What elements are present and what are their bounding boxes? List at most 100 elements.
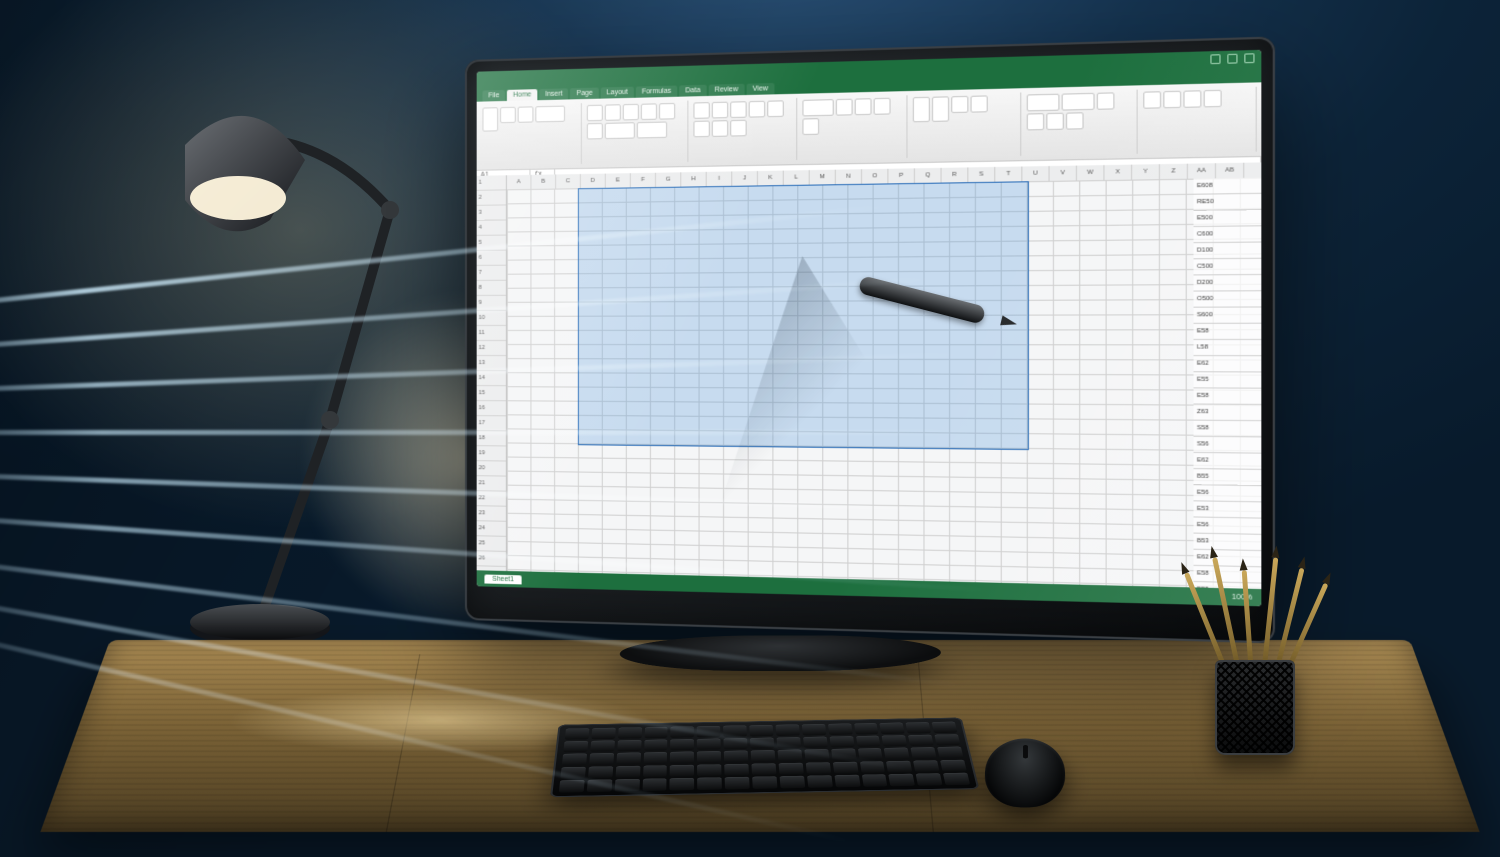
data-cell[interactable]: E608 xyxy=(1194,178,1262,195)
column-header[interactable]: T xyxy=(995,167,1022,182)
keyboard-key xyxy=(854,723,879,734)
data-column: E608RE50E500C600D100C500D200O500S600E58L… xyxy=(1194,178,1262,589)
grid-area[interactable]: ABCDEFGHIJKLMNOPQRSTUVWXYZAAAB E608RE50E… xyxy=(507,162,1261,589)
keyboard-key xyxy=(752,776,777,788)
row-header[interactable]: 4 xyxy=(477,220,506,235)
tab-insert[interactable]: Insert xyxy=(539,88,568,100)
column-header[interactable]: W xyxy=(1077,165,1105,180)
tab-page[interactable]: Page xyxy=(570,88,598,100)
data-cell[interactable]: E62 xyxy=(1194,550,1262,568)
row-header[interactable]: 11 xyxy=(477,326,506,341)
data-cell[interactable]: E500 xyxy=(1194,210,1262,227)
data-cell[interactable]: RE50 xyxy=(1194,194,1262,211)
column-header[interactable]: K xyxy=(758,171,784,186)
column-header[interactable]: I xyxy=(707,171,733,186)
row-header[interactable]: 1 xyxy=(477,175,506,191)
row-header[interactable]: 22 xyxy=(477,491,506,507)
row-header[interactable]: 3 xyxy=(477,205,506,220)
column-header[interactable]: M xyxy=(810,170,836,185)
column-header[interactable]: O xyxy=(862,169,888,184)
column-header[interactable]: F xyxy=(631,173,656,188)
sheet-tab[interactable]: Sheet1 xyxy=(484,574,521,584)
data-cell[interactable]: E55 xyxy=(1194,372,1262,388)
column-header[interactable]: C xyxy=(556,174,581,189)
column-header[interactable]: N xyxy=(836,169,862,184)
data-cell[interactable]: C600 xyxy=(1194,226,1262,243)
column-header[interactable]: AA xyxy=(1188,163,1216,179)
column-header[interactable]: R xyxy=(942,167,969,182)
data-cell[interactable]: B53 xyxy=(1194,534,1262,552)
window-minimize-icon[interactable] xyxy=(1210,54,1220,64)
row-header[interactable]: 20 xyxy=(477,461,506,476)
row-header[interactable]: 10 xyxy=(477,311,506,326)
column-header[interactable]: G xyxy=(656,172,681,187)
data-cell[interactable]: E58 xyxy=(1194,388,1262,405)
row-header[interactable]: 2 xyxy=(477,190,506,205)
data-cell[interactable]: E56 xyxy=(1194,485,1262,502)
data-cell[interactable]: D200 xyxy=(1194,275,1262,292)
data-cell[interactable]: E62 xyxy=(1194,356,1262,372)
column-header[interactable]: S xyxy=(968,167,995,182)
data-cell[interactable]: B55 xyxy=(1194,469,1262,486)
keyboard-key xyxy=(906,722,931,733)
row-header[interactable]: 8 xyxy=(477,281,506,296)
row-header[interactable]: 23 xyxy=(477,506,506,522)
column-header[interactable]: B xyxy=(531,174,556,189)
row-header[interactable]: 24 xyxy=(477,521,506,537)
keyboard-key xyxy=(803,736,828,748)
column-header[interactable]: X xyxy=(1104,165,1132,180)
data-cell[interactable]: E62 xyxy=(1194,453,1262,470)
column-header[interactable]: J xyxy=(732,171,758,186)
tab-formulas[interactable]: Formulas xyxy=(636,86,678,98)
row-header[interactable]: 5 xyxy=(477,236,506,251)
data-cell[interactable]: L58 xyxy=(1194,340,1262,356)
column-header[interactable]: L xyxy=(784,170,810,185)
data-cell[interactable]: E56 xyxy=(1194,517,1262,534)
column-header[interactable]: V xyxy=(1050,166,1077,181)
row-header[interactable]: 15 xyxy=(477,386,506,401)
column-header[interactable]: A xyxy=(507,175,532,189)
row-header[interactable]: 17 xyxy=(477,416,506,431)
data-cell[interactable]: S600 xyxy=(1194,308,1262,324)
window-maximize-icon[interactable] xyxy=(1227,53,1237,63)
tab-layout[interactable]: Layout xyxy=(601,87,634,99)
tab-data[interactable]: Data xyxy=(679,85,706,97)
column-header[interactable]: U xyxy=(1022,166,1049,181)
row-header[interactable]: 6 xyxy=(477,251,506,266)
window-close-icon[interactable] xyxy=(1244,53,1254,63)
data-cell[interactable]: S56 xyxy=(1194,437,1262,454)
tab-view[interactable]: View xyxy=(746,83,774,95)
row-header[interactable]: 26 xyxy=(477,551,506,567)
column-header[interactable]: P xyxy=(888,168,915,183)
tab-home[interactable]: Home xyxy=(507,89,537,101)
row-header[interactable]: 7 xyxy=(477,266,506,281)
column-header[interactable]: Q xyxy=(915,168,942,183)
data-cell[interactable]: Z63 xyxy=(1194,405,1262,422)
data-cell[interactable]: C500 xyxy=(1194,259,1262,276)
row-header[interactable]: 9 xyxy=(477,296,506,311)
column-header[interactable]: AB xyxy=(1216,163,1244,179)
data-cell[interactable]: E53 xyxy=(1194,501,1262,518)
data-cell[interactable]: E58 xyxy=(1194,324,1262,340)
data-cell[interactable]: O500 xyxy=(1194,291,1262,307)
row-header[interactable]: 19 xyxy=(477,446,506,461)
row-header[interactable]: 16 xyxy=(477,401,506,416)
tab-review[interactable]: Review xyxy=(709,84,745,96)
column-header[interactable]: E xyxy=(606,173,631,188)
column-header[interactable]: Y xyxy=(1132,164,1160,179)
data-cell[interactable]: E58 xyxy=(1194,566,1262,584)
data-cell[interactable]: D100 xyxy=(1194,243,1262,260)
column-header[interactable]: D xyxy=(581,174,606,189)
row-header[interactable]: 25 xyxy=(477,536,506,552)
row-header[interactable]: 21 xyxy=(477,476,506,491)
column-header[interactable]: H xyxy=(681,172,706,187)
keyboard-key xyxy=(562,754,587,766)
column-header[interactable]: Z xyxy=(1160,164,1188,179)
keyboard-key xyxy=(559,780,585,793)
data-cell[interactable]: S58 xyxy=(1194,421,1262,438)
row-header[interactable]: 14 xyxy=(477,371,506,386)
row-header[interactable]: 13 xyxy=(477,356,506,371)
row-header[interactable]: 18 xyxy=(477,431,506,446)
row-header[interactable]: 12 xyxy=(477,341,506,356)
tab-file[interactable]: File xyxy=(482,90,505,102)
